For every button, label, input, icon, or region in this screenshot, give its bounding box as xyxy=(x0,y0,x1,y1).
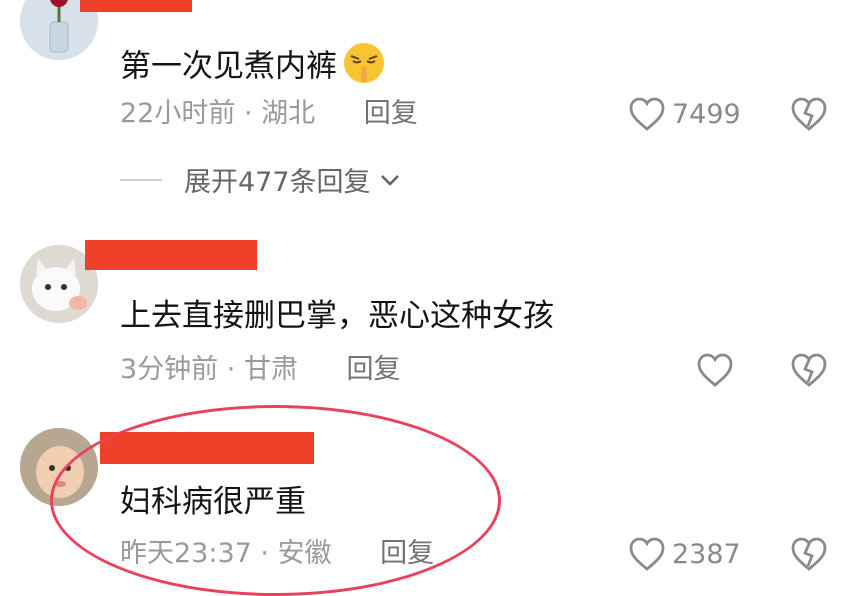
dislike-button[interactable] xyxy=(790,96,828,136)
dislike-button[interactable] xyxy=(790,352,828,392)
comment-text: 第一次见煮内裤 xyxy=(120,40,387,96)
like-button[interactable] xyxy=(696,352,740,388)
timestamp: 22小时前 xyxy=(120,98,236,129)
broken-heart-icon xyxy=(791,97,827,131)
comment-meta: 3分钟前 · 甘肃 回复 xyxy=(120,354,401,385)
comment-meta: 昨天23:37 · 安徽 回复 xyxy=(120,538,435,569)
dislike-button[interactable] xyxy=(790,536,828,576)
like-count: 2387 xyxy=(672,538,741,570)
broken-heart-icon xyxy=(791,537,827,571)
avatar[interactable] xyxy=(20,428,98,506)
heart-outline-icon xyxy=(629,97,665,131)
redacted-username xyxy=(85,240,257,270)
reply-button[interactable]: 回复 xyxy=(347,354,401,385)
like-count: 7499 xyxy=(672,98,741,130)
like-button[interactable]: 2387 xyxy=(628,536,741,572)
like-button[interactable]: 7499 xyxy=(628,96,741,132)
comment-meta: 22小时前 · 湖北 回复 xyxy=(120,98,418,129)
comment-text: 妇科病很严重 xyxy=(120,484,306,520)
divider xyxy=(120,178,162,181)
location: 甘肃 xyxy=(243,354,298,385)
expand-replies-button[interactable]: 展开477条回复 xyxy=(120,160,401,199)
reply-button[interactable]: 回复 xyxy=(364,98,418,129)
location: 湖北 xyxy=(261,98,316,129)
chevron-down-icon xyxy=(380,174,399,186)
broken-heart-icon xyxy=(791,353,827,387)
heart-outline-icon xyxy=(629,537,665,571)
shush-face-emoji-icon xyxy=(341,40,387,96)
redacted-username xyxy=(100,432,314,464)
baby-avatar-image xyxy=(20,428,98,506)
heart-outline-icon xyxy=(697,353,733,387)
timestamp: 3分钟前 xyxy=(120,354,219,385)
redacted-username xyxy=(80,0,192,12)
comment-text: 上去直接删巴掌，恶心这种女孩 xyxy=(120,298,554,334)
expand-replies-label: 展开477条回复 xyxy=(184,167,371,198)
